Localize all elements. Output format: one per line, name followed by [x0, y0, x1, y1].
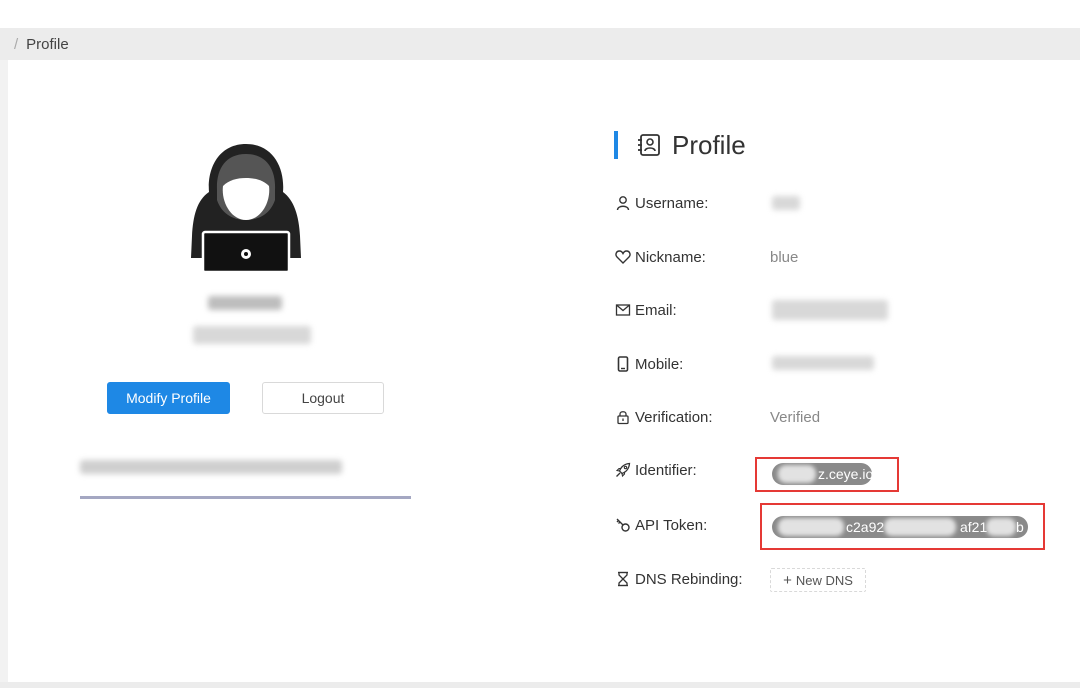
mobile-label: Mobile: [635, 355, 684, 373]
username-label: Username: [635, 194, 709, 212]
profile-section-title: Profile [614, 128, 746, 162]
row-username: Username: [615, 189, 708, 217]
logout-button[interactable]: Logout [262, 382, 384, 414]
key-icon [616, 518, 630, 532]
hacker-avatar-icon [191, 144, 301, 274]
top-bar [0, 0, 1080, 28]
mobile-value-blurred [772, 356, 874, 370]
heart-icon [615, 250, 631, 264]
rocket-icon [615, 462, 631, 478]
lock-icon [617, 411, 629, 425]
identifier-pill[interactable]: z.ceye.io [772, 463, 874, 485]
row-api-token: API Token: [615, 511, 707, 539]
row-mobile: Mobile: [615, 350, 683, 378]
new-dns-button[interactable]: + New DNS [770, 568, 866, 592]
api-token-label: API Token: [635, 516, 708, 534]
breadcrumb-current[interactable]: Profile [26, 36, 69, 53]
info-text-blurred [80, 460, 342, 474]
verification-label: Verification: [635, 408, 713, 426]
page-title: Profile [672, 129, 746, 160]
dns-rebinding-label: DNS Rebinding: [635, 570, 743, 588]
new-dns-label: New DNS [795, 572, 853, 588]
nickname-label: Nickname: [635, 248, 706, 266]
row-nickname: Nickname: [615, 243, 706, 271]
email-label: Email: [635, 301, 677, 319]
identifier-label: Identifier: [635, 461, 697, 479]
display-name-blurred [208, 296, 282, 310]
api-token-part-1: c2a92 [846, 519, 885, 535]
identifier-value: z.ceye.io [818, 466, 874, 482]
main-panel [8, 60, 1080, 682]
contact-card-icon [638, 134, 660, 156]
row-verification: Verification: [615, 403, 713, 431]
mail-icon [615, 304, 631, 316]
user-icon [616, 196, 630, 211]
left-border [0, 60, 8, 682]
email-value-blurred [772, 300, 888, 320]
hourglass-icon [618, 571, 628, 587]
api-token-part-3: b [1016, 519, 1024, 535]
verification-value: Verified [770, 408, 821, 426]
nickname-value: blue [770, 248, 799, 266]
left-divider [80, 496, 411, 499]
breadcrumb: / Profile [0, 28, 1080, 60]
row-dns-rebinding: DNS Rebinding: [615, 565, 743, 593]
breadcrumb-separator: / [14, 35, 19, 53]
modify-profile-button[interactable]: Modify Profile [107, 382, 230, 414]
username-value-blurred [772, 196, 800, 210]
title-accent-bar [614, 131, 618, 159]
row-email: Email: [615, 296, 677, 324]
bottom-border [0, 682, 1080, 688]
plus-icon: + [783, 571, 792, 589]
mobile-icon [617, 356, 629, 372]
api-token-pill[interactable]: c2a92 af21 b [772, 516, 1028, 538]
account-id-blurred [193, 326, 311, 344]
row-identifier: Identifier: [615, 456, 697, 484]
api-token-part-2: af21 [960, 519, 988, 535]
